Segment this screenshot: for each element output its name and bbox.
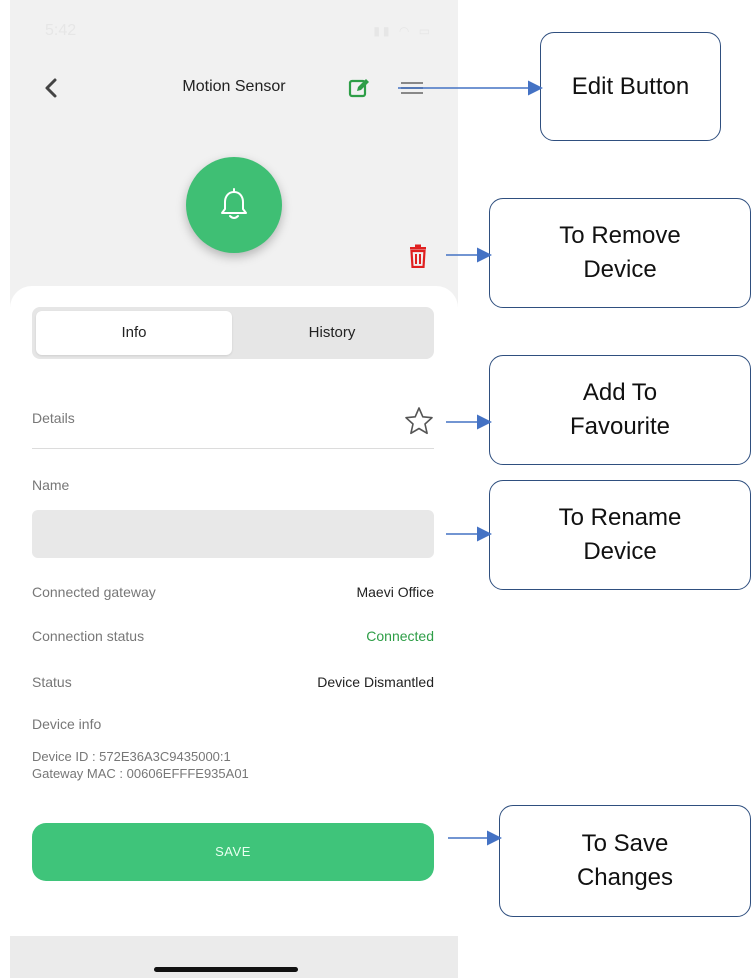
callout-arrows xyxy=(398,80,543,846)
